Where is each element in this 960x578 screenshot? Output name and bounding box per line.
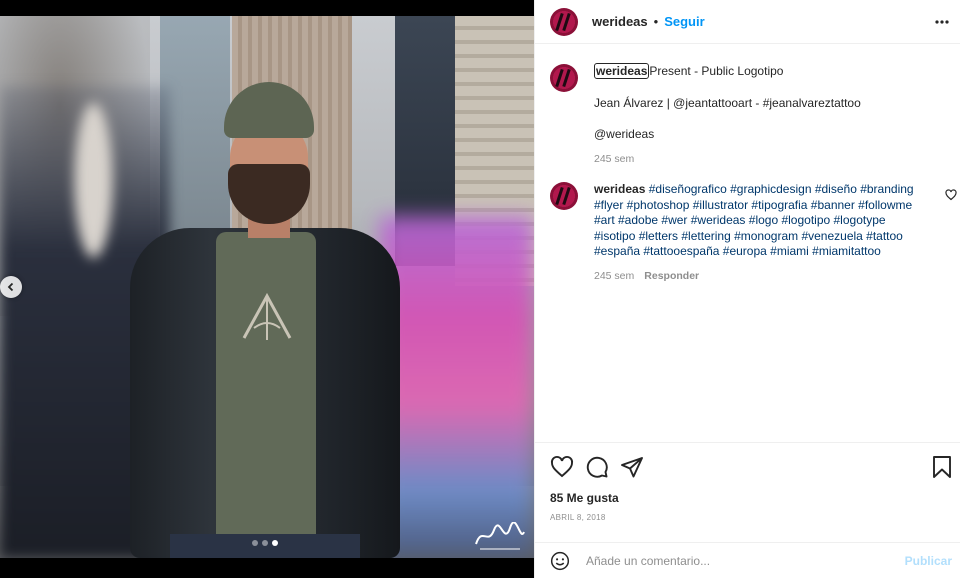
comment-hashtags[interactable]: #flyer #photoshop #illustrator #tipograf… xyxy=(594,198,914,214)
likes-count[interactable]: 85 Me gusta xyxy=(550,491,619,505)
action-icons xyxy=(550,455,644,479)
carousel-dot xyxy=(252,540,258,546)
post-media xyxy=(0,0,534,578)
avatar[interactable] xyxy=(550,64,578,92)
caption-mention[interactable]: @werideas xyxy=(594,127,914,143)
post-actions: 85 Me gusta ABRIL 8, 2018 xyxy=(535,442,960,542)
post-side-panel: werideas • Seguir werideas Present - Publ… xyxy=(534,0,960,578)
person-beanie xyxy=(224,82,314,138)
photo-person xyxy=(130,82,400,558)
like-button[interactable] xyxy=(550,455,574,479)
comment-meta: 245 sem Responder xyxy=(594,269,914,285)
chevron-left-icon xyxy=(7,282,14,292)
media-top-bar xyxy=(0,0,534,16)
carousel-indicator xyxy=(252,540,278,546)
bookmark-icon xyxy=(933,456,951,478)
post-date[interactable]: ABRIL 8, 2018 xyxy=(550,513,606,522)
photo-signature-watermark xyxy=(475,522,525,550)
post-photo[interactable] xyxy=(0,16,534,558)
caption-body: werideas Present - Public Logotipo Jean Á… xyxy=(594,63,914,168)
comment-hashtags[interactable]: #isotipo #letters #lettering #monogram #… xyxy=(594,229,914,245)
comment-username[interactable]: werideas xyxy=(594,182,645,196)
comments-list: werideas Present - Public Logotipo Jean Á… xyxy=(535,44,960,442)
follow-button[interactable]: Seguir xyxy=(664,14,704,29)
shirt-logo-icon xyxy=(242,292,292,340)
person-shirt xyxy=(216,232,316,558)
header-separator: • xyxy=(653,14,659,29)
comment-hashtags[interactable]: #art #adobe #wer #werideas #logo #logoti… xyxy=(594,213,914,229)
caption-username[interactable]: werideas xyxy=(594,63,650,79)
header-username[interactable]: werideas xyxy=(592,14,648,29)
comment-hashtags[interactable]: #diseñografico #graphicdesign #diseño #b… xyxy=(649,182,914,196)
avatar[interactable] xyxy=(550,7,578,36)
share-button[interactable] xyxy=(620,455,644,479)
more-icon xyxy=(935,20,949,24)
caption-meta: 245 sem xyxy=(594,152,914,168)
caption-credit: Jean Álvarez | @jeantattooart - #jeanalv… xyxy=(594,95,861,110)
comment-input[interactable] xyxy=(586,553,886,568)
add-comment-bar: Publicar xyxy=(535,542,960,578)
emoji-icon[interactable] xyxy=(550,551,570,571)
comment-time[interactable]: 245 sem xyxy=(594,270,634,282)
comment-icon xyxy=(586,456,608,478)
carousel-dot-active xyxy=(272,540,278,546)
person-jeans xyxy=(170,534,360,558)
carousel-dot xyxy=(262,540,268,546)
share-icon xyxy=(621,457,643,478)
publish-button[interactable]: Publicar xyxy=(905,554,952,568)
comment-body: werideas #diseñografico #graphicdesign #… xyxy=(594,182,914,285)
more-options-button[interactable] xyxy=(933,13,951,31)
post-header: werideas • Seguir xyxy=(535,0,960,44)
person-beard xyxy=(228,164,310,224)
carousel-prev-button[interactable] xyxy=(0,276,22,298)
save-button[interactable] xyxy=(931,455,953,479)
comment-like-heart-icon[interactable] xyxy=(945,189,957,201)
media-bottom-bar xyxy=(0,558,534,578)
caption-item: werideas Present - Public Logotipo Jean Á… xyxy=(550,63,914,168)
reply-button[interactable]: Responder xyxy=(644,270,699,282)
heart-icon xyxy=(551,455,573,478)
caption-time[interactable]: 245 sem xyxy=(594,153,634,165)
comment-item: werideas #diseñografico #graphicdesign #… xyxy=(550,182,914,285)
photo-blurred-pedestrian xyxy=(380,216,534,558)
comment-hashtags[interactable]: #españa #tattooespaña #europa #miami #mi… xyxy=(594,244,914,260)
comment-button[interactable] xyxy=(585,455,609,479)
caption-title: Present - Public Logotipo xyxy=(649,64,784,78)
avatar[interactable] xyxy=(550,182,578,210)
